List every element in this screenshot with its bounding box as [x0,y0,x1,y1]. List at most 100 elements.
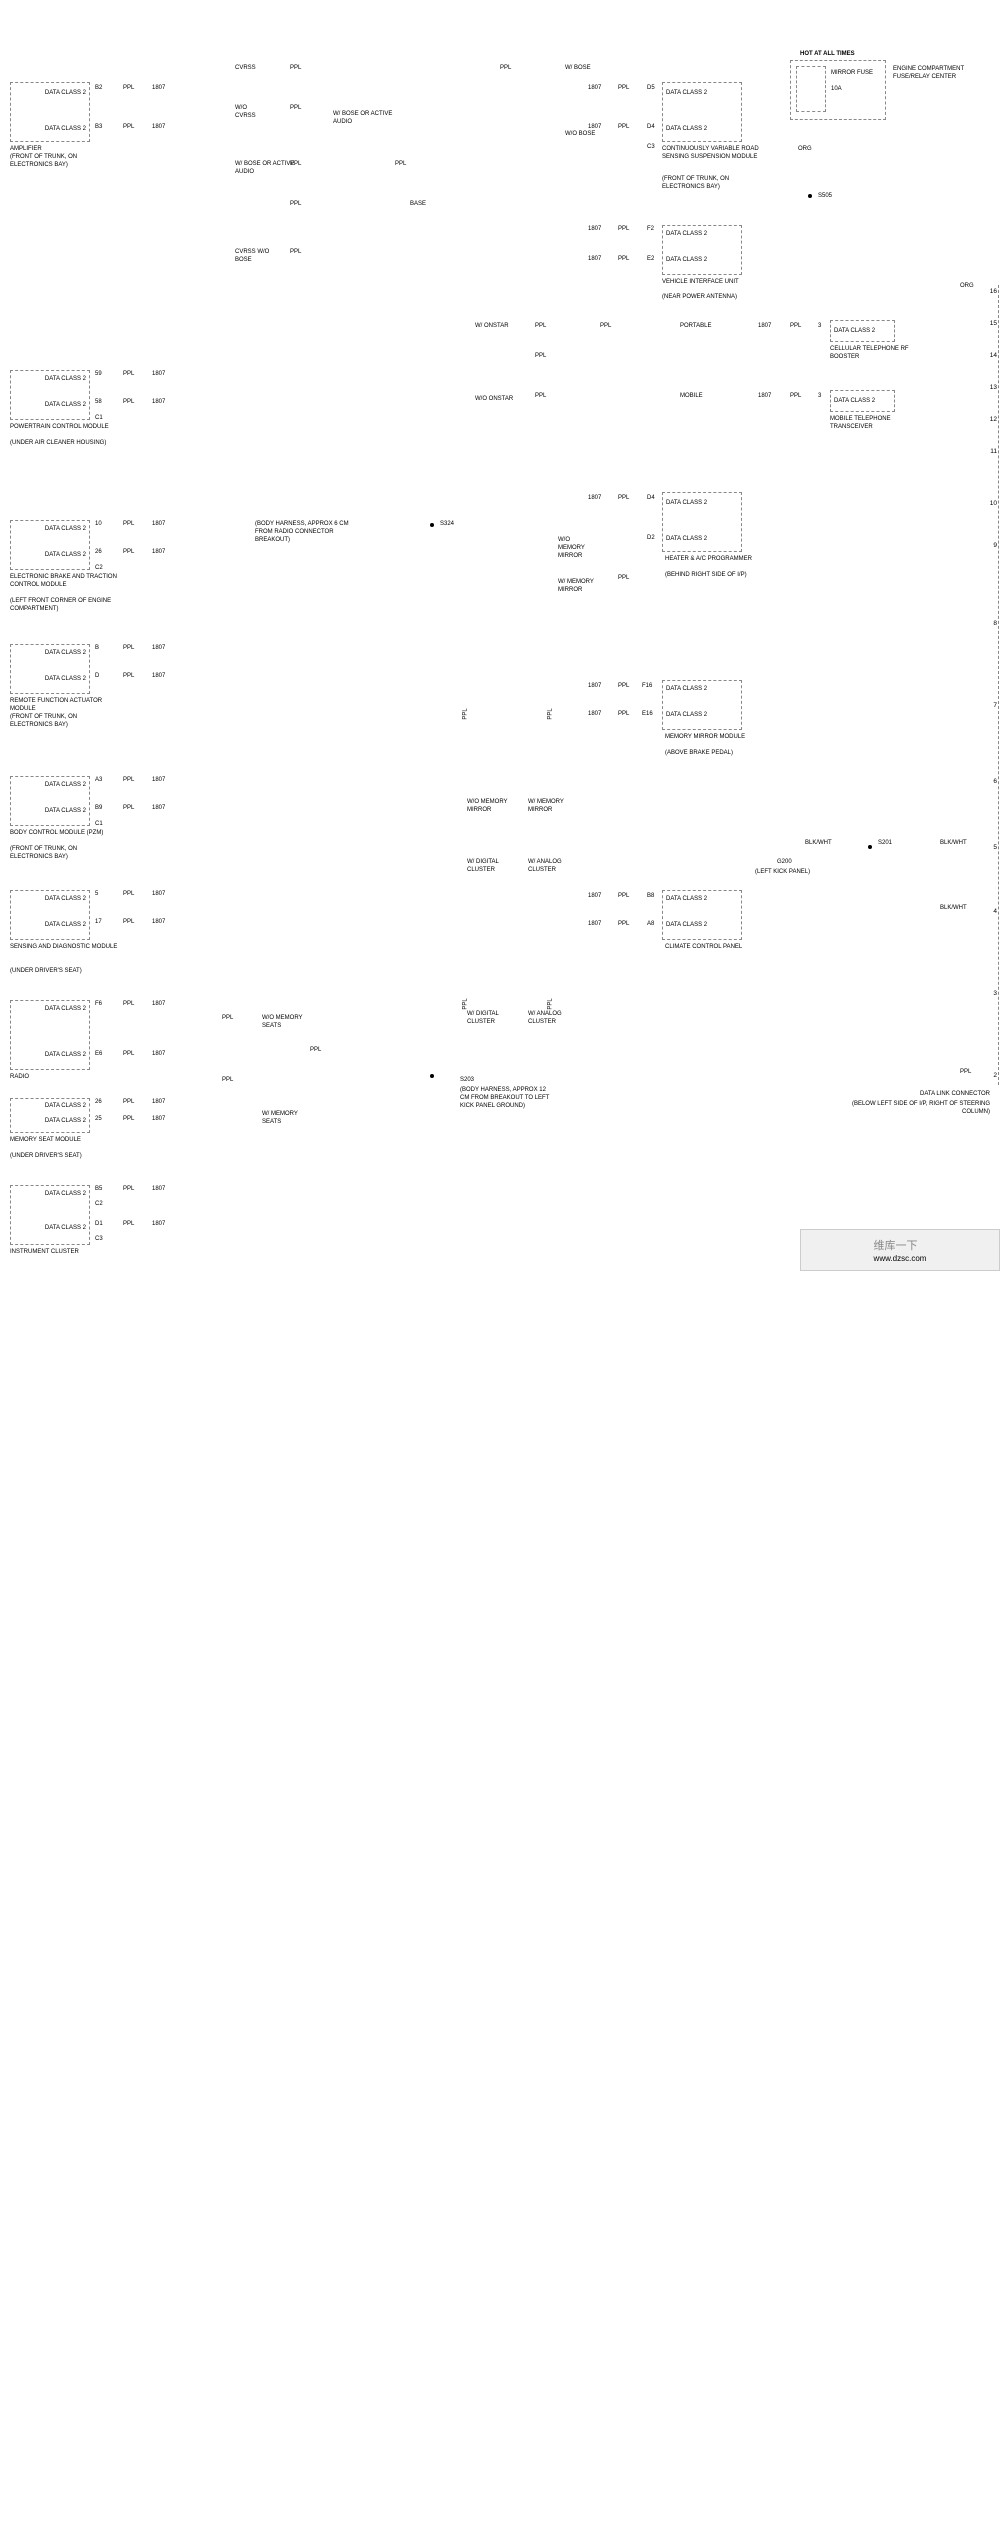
cvrss-wo-bose: CVRSS W/O BOSE [235,248,285,264]
ccp-1807-1: 1807 [588,892,601,900]
ebcm-ppl2: PPL [123,548,134,556]
ppl-c2: PPL [500,64,511,72]
onstar-v2 [0,1363,1,1393]
cvrss-pin-d4: D4 [647,123,655,131]
sdm-loc: (UNDER DRIVER'S SEAT) [10,967,120,975]
hot-at-all-times: HOT AT ALL TIMES [800,50,855,58]
dlc-pin-14: 14 [990,352,997,359]
memmirr-name: MEMORY MIRROR MODULE [665,733,755,741]
viu-dc1: DATA CLASS 2 [666,230,707,238]
ppl-on4: PPL [600,322,611,330]
w-dig-cluster: W/ DIGITAL CLUSTER [467,858,517,874]
amp-1807-1: 1807 [152,84,165,92]
memseat-1807-2: 1807 [152,1115,165,1123]
radio-ppl1: PPL [123,1000,134,1008]
rfa-v2 [0,1645,1,1769]
amp-dc2: DATA CLASS 2 [45,125,86,133]
cell-name: CELLULAR TELEPHONE RF BOOSTER [830,345,920,361]
ic-dc2: DATA CLASS 2 [45,1224,86,1232]
dlc-pin-13: 13 [990,384,997,391]
rfa-1807-2: 1807 [152,672,165,680]
rfa-w2 [0,1548,310,1549]
dlc-pin-6: 6 [993,778,997,785]
watermark-text: 维库一下 [874,1240,918,1252]
mm-ppl-rot1: PPL [462,708,470,719]
viu-name: VEHICLE INTERFACE UNIT [662,278,762,286]
w-bose-active: W/ BOSE OR ACTIVE AUDIO [333,110,393,126]
s201-label: S201 [878,839,892,847]
ppl-c1: PPL [290,64,301,72]
blkwht3: BLK/WHT [940,904,967,912]
bcm-v2 [0,1999,1,2255]
w-analog-cluster: W/ ANALOG CLUSTER [528,858,578,874]
rfa-1807-1: 1807 [152,644,165,652]
w-mem-mirror: W/ MEMORY MIRROR [558,578,598,594]
hvac-name: HEATER & A/C PROGRAMMER [665,555,755,563]
ic-pin-d1: D1 [95,1220,103,1228]
cell-box: DATA CLASS 2 [830,320,895,342]
radio-box: DATA CLASS 2 DATA CLASS 2 [10,1000,90,1070]
cvrss-1807-1: 1807 [588,84,601,92]
fuse-rating: 10A [831,85,842,93]
radio-pin-f6: F6 [95,1000,102,1008]
cvrss-dc1: DATA CLASS 2 [666,89,707,97]
sdm-v1 [0,2257,1,2542]
pcm-ppl1: PPL [123,370,134,378]
bcm-ppl1: PPL [123,776,134,784]
sdm-1807-2: 1807 [152,918,165,926]
memmirr-1807-2: 1807 [588,710,601,718]
viu-loc: (NEAR POWER ANTENNA) [662,293,762,301]
footer: 维库一下 www.dzsc.com [800,1229,1000,1271]
cell-1807: 1807 [758,322,771,330]
rfa-v1 [0,1549,1,1645]
radio-name: RADIO [10,1073,29,1081]
rfa-ppl1: PPL [123,644,134,652]
ccp-ppl2: PPL [618,920,629,928]
fuse-box: MIRROR FUSE 10A [790,60,886,120]
cvrss-label: CVRSS [235,64,256,72]
pcm-pin-59: 59 [95,370,102,378]
memmirr-pin-e16: E16 [642,710,653,718]
s324-label: S324 [440,520,454,528]
sdm-pin-17: 17 [95,918,102,926]
ebcm-v [0,1516,1,1547]
wire-cv2 [0,220,1,404]
cvrss-pin-c3: C3 [647,143,655,151]
pcm-v [0,1395,1,1514]
mobile-dc: DATA CLASS 2 [834,397,875,405]
mobile-ppl: PPL [790,392,801,400]
bcm-w2 [0,1770,290,1771]
pcm-dc1: DATA CLASS 2 [45,375,86,383]
hvac-dc1: DATA CLASS 2 [666,499,707,507]
dlc-name: DATA LINK CONNECTOR [870,1090,990,1098]
memseat-pin-25: 25 [95,1115,102,1123]
memseat-name: MEMORY SEAT MODULE [10,1136,120,1144]
sdm-1807-1: 1807 [152,890,165,898]
memseat-dc2: DATA CLASS 2 [45,1117,86,1125]
ebcm-pin-26: 26 [95,548,102,556]
rfa-pin-b: B [95,644,99,652]
bcm-pin-c1: C1 [95,820,103,828]
rfa-pin-d: D [95,672,99,680]
wo-mem-seats: W/O MEMORY SEATS [262,1014,312,1030]
memmirr-1807-1: 1807 [588,682,601,690]
memseat-ppl2: PPL [123,1115,134,1123]
blkwht1: BLK/WHT [805,839,832,847]
main-bus [0,466,1,1286]
wo-bose: W/O BOSE [565,130,595,138]
s505-node [808,194,812,198]
pcm-box: DATA CLASS 2 DATA CLASS 2 [10,370,90,420]
fuse-name: MIRROR FUSE [831,69,873,77]
mirror-fuse [796,66,826,112]
bcm-1807-2: 1807 [152,804,165,812]
org-label: ORG [798,145,812,153]
bcm-v1 [0,1771,1,1999]
dlc-pin-11: 11 [990,448,997,455]
org-label-2: ORG [960,282,974,290]
dlc-location: (BELOW LEFT SIDE OF I/P, RIGHT OF STEERI… [850,1100,990,1116]
wo-onstar: W/O ONSTAR [475,395,515,403]
pcm-name: POWERTRAIN CONTROL MODULE [10,423,120,431]
hvac-1807-1: 1807 [588,494,601,502]
ppl-on2: PPL [535,352,546,360]
mobile-w [0,1292,200,1293]
